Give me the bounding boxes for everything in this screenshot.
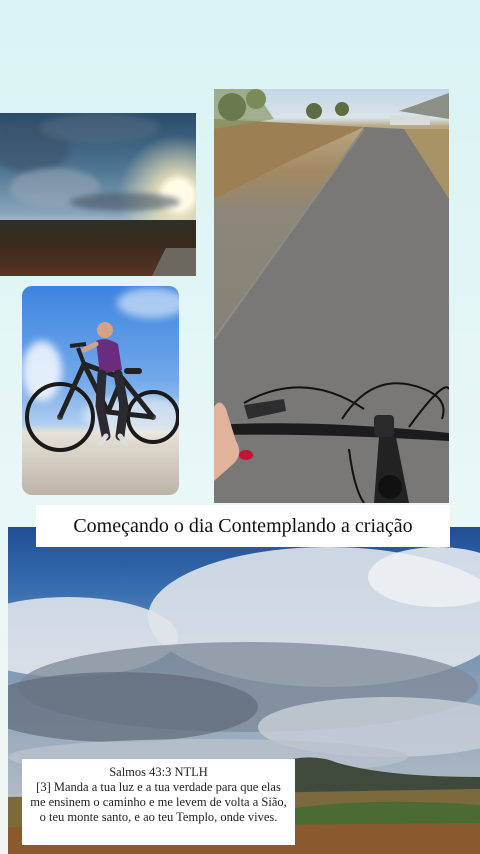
sunset-photo (0, 113, 196, 276)
caption-banner: Começando o dia Contemplando a criação (36, 505, 450, 547)
bicycle-icon (25, 322, 179, 452)
verse-box: Salmos 43:3 NTLH [3] Manda a tua luz e a… (22, 759, 295, 845)
caption-text: Começando o dia Contemplando a criação (73, 514, 413, 537)
cyclist-photo (22, 286, 179, 495)
verse-reference: Salmos 43:3 NTLH (109, 765, 208, 779)
verse-text: [3] Manda a tua luz e a tua verdade para… (30, 780, 287, 824)
road-photo (214, 89, 449, 503)
